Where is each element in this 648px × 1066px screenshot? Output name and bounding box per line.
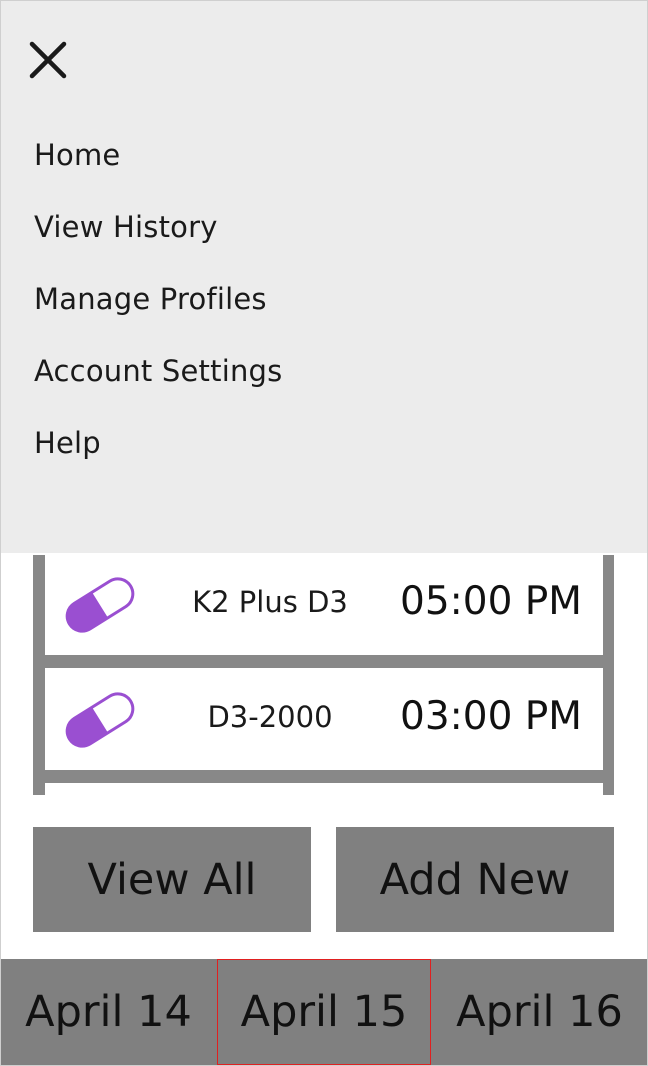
date-tab-next[interactable]: April 16 (432, 959, 647, 1065)
medication-row[interactable]: K2 Plus D3 05:00 PM (45, 553, 603, 655)
medication-time: 05:00 PM (400, 579, 582, 624)
date-bar: April 14 April 15 April 16 (1, 959, 647, 1065)
capsule-icon (65, 577, 135, 633)
menu-item-manage-profiles[interactable]: Manage Profiles (34, 282, 267, 316)
menu-item-home[interactable]: Home (34, 138, 120, 172)
view-all-button[interactable]: View All (33, 827, 311, 932)
list-item-partial (45, 783, 603, 795)
date-tab-prev[interactable]: April 14 (1, 959, 216, 1065)
menu-item-help[interactable]: Help (34, 426, 101, 460)
menu-item-account-settings[interactable]: Account Settings (34, 354, 282, 388)
medication-row[interactable]: D3-2000 03:00 PM (45, 668, 603, 770)
medication-name: D3-2000 (207, 700, 333, 734)
date-tab-current[interactable]: April 15 (217, 959, 431, 1065)
medication-name: K2 Plus D3 (192, 585, 348, 619)
navigation-drawer: Home View History Manage Profiles Accoun… (1, 1, 647, 553)
capsule-icon (65, 692, 135, 748)
close-icon[interactable] (27, 39, 69, 81)
add-new-button[interactable]: Add New (336, 827, 614, 932)
medication-time: 03:00 PM (400, 694, 582, 739)
menu-item-view-history[interactable]: View History (34, 210, 218, 244)
